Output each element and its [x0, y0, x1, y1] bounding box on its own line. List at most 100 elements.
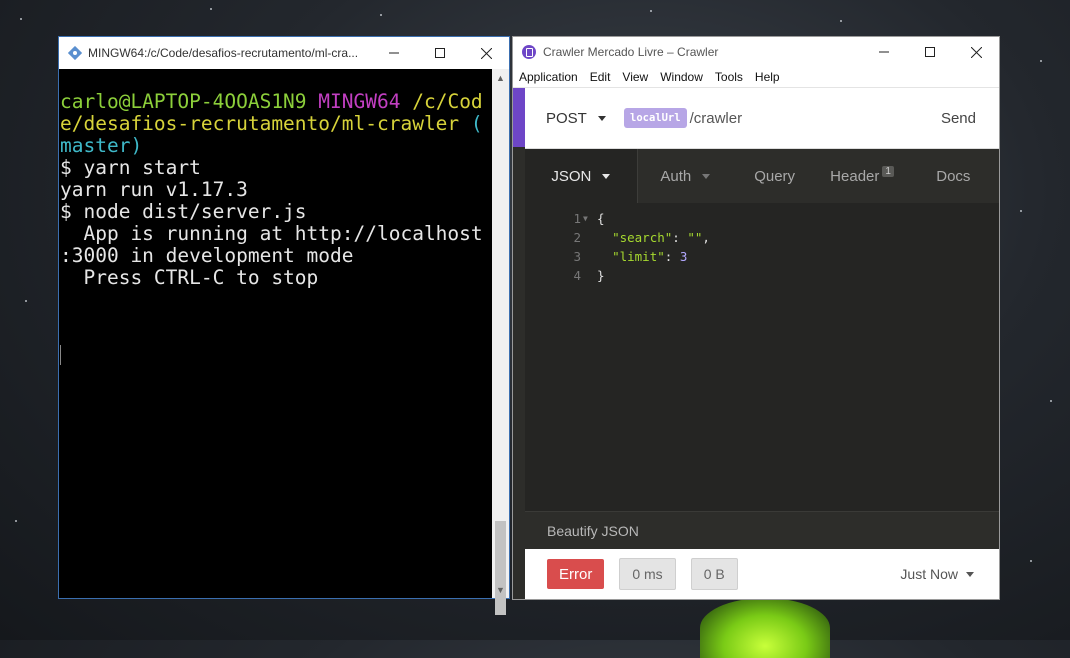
send-button[interactable]: Send: [941, 110, 976, 127]
sidebar-collapsed: [513, 147, 525, 599]
status-label: Error: [559, 565, 593, 583]
minimize-button[interactable]: [861, 37, 907, 68]
response-history-dropdown[interactable]: Just Now: [900, 566, 974, 582]
minimize-icon: [879, 51, 889, 53]
terminal-line: App is running at http://localhost: [60, 222, 483, 245]
terminal-cursor: [60, 345, 61, 365]
tab-json-body[interactable]: JSON: [525, 149, 638, 204]
star: [380, 14, 382, 16]
star: [1030, 560, 1032, 562]
insomnia-title: Crawler Mercado Livre – Crawler: [543, 45, 719, 59]
tab-json-label: JSON: [551, 168, 592, 185]
json-key-limit: "limit": [612, 249, 665, 264]
terminal-titlebar[interactable]: MINGW64:/c/Code/desafios-recrutamento/ml…: [59, 37, 509, 69]
sidebar-accent-strip: [513, 88, 525, 148]
scroll-up-arrow-icon[interactable]: ▲: [492, 69, 509, 86]
menu-window[interactable]: Window: [654, 70, 709, 84]
terminal-line: Press CTRL-C to stop: [60, 266, 319, 289]
menu-application[interactable]: Application: [513, 70, 584, 84]
maximize-icon: [925, 47, 935, 57]
json-value-search: "": [687, 230, 703, 245]
menu-tools[interactable]: Tools: [709, 70, 749, 84]
star: [25, 300, 27, 302]
insomnia-logo-icon: [522, 45, 536, 59]
terminal-line: yarn run v1.17.3: [60, 178, 248, 201]
line-number: 1: [573, 211, 581, 226]
menu-help[interactable]: Help: [749, 70, 786, 84]
tab-docs[interactable]: Docs: [908, 149, 999, 204]
beautify-label: Beautify JSON: [547, 523, 639, 539]
response-status-bar: Error 0 ms 0 B Just Now: [525, 549, 999, 599]
terminal-scrollbar[interactable]: ▲ ▼: [492, 69, 509, 615]
tab-header-label: Header: [830, 168, 880, 185]
header-count-badge: 1: [882, 166, 894, 177]
response-time: 0 ms: [632, 566, 663, 582]
json-key-search: "search": [612, 230, 673, 245]
code-search-line: "search": "",: [612, 230, 710, 245]
environment-variable-tag[interactable]: localUrl: [624, 108, 687, 128]
star: [1020, 210, 1022, 212]
fold-arrow-icon[interactable]: ▼: [583, 209, 588, 228]
status-badge: Error: [547, 559, 605, 589]
tab-header[interactable]: Header 1: [816, 149, 907, 204]
scrollbar-thumb[interactable]: [495, 521, 506, 615]
prompt-path: /c/Cod: [412, 90, 483, 113]
maximize-button[interactable]: [907, 37, 953, 68]
tab-query[interactable]: Query: [733, 149, 817, 204]
menu-bar: Application Edit View Window Tools Help: [513, 67, 999, 88]
prompt-path-cont: e/desafios-recrutamento/ml-crawler: [60, 112, 460, 135]
response-size: 0 B: [703, 566, 725, 582]
request-tabs: JSON Auth Query Header 1 Docs: [525, 149, 999, 205]
star: [1050, 400, 1052, 402]
maximize-icon: [435, 48, 445, 58]
code-line: 3 "limit": 3: [525, 247, 999, 266]
request-url-bar: POST localUrl /crawler Send: [513, 88, 999, 149]
close-button[interactable]: [463, 37, 509, 69]
code-limit-line: "limit": 3: [612, 249, 688, 264]
star: [1040, 60, 1042, 62]
insomnia-titlebar[interactable]: Crawler Mercado Livre – Crawler: [513, 37, 999, 67]
terminal-line: $ node dist/server.js: [60, 200, 307, 223]
json-value-limit: 3: [679, 249, 688, 264]
prompt-branch: master): [60, 134, 143, 157]
scroll-down-arrow-icon[interactable]: ▼: [492, 581, 509, 598]
star: [840, 20, 842, 22]
line-number: 2: [573, 230, 581, 245]
close-icon: [970, 46, 982, 58]
method-dropdown[interactable]: POST: [546, 110, 624, 127]
star: [650, 10, 652, 12]
tent-illustration: [700, 598, 830, 658]
minimize-icon: [389, 52, 399, 54]
prompt-line: carlo@LAPTOP-4OOAS1N9 MINGW64 /c/Cod: [60, 91, 492, 113]
code-line: 2 "search": "",: [525, 228, 999, 247]
star: [15, 520, 17, 522]
line-number: 3: [573, 249, 581, 264]
url-input[interactable]: localUrl /crawler: [624, 108, 941, 128]
prompt-branch-open: (: [470, 112, 483, 135]
tab-auth[interactable]: Auth: [638, 149, 733, 204]
insomnia-window: Crawler Mercado Livre – Crawler Applicat…: [512, 36, 1000, 600]
beautify-json-button[interactable]: Beautify JSON: [525, 511, 999, 550]
line-number: 4: [573, 268, 581, 283]
terminal-line: :3000 in development mode: [60, 244, 354, 267]
star: [210, 8, 212, 10]
minimize-button[interactable]: [371, 37, 417, 69]
terminal-title: MINGW64:/c/Code/desafios-recrutamento/ml…: [88, 46, 359, 60]
close-button[interactable]: [953, 37, 999, 68]
json-body-editor[interactable]: 1 ▼ { 2 "search": "", 3 "limit": 3 4 }: [525, 203, 999, 511]
tab-query-label: Query: [754, 168, 796, 185]
history-label: Just Now: [900, 566, 958, 582]
menu-view[interactable]: View: [616, 70, 654, 84]
terminal-output[interactable]: carlo@LAPTOP-4OOAS1N9 MINGW64 /c/Cod e/d…: [59, 69, 492, 598]
method-label: POST: [546, 109, 587, 127]
close-icon: [480, 47, 492, 59]
prompt-line-cont: e/desafios-recrutamento/ml-crawler (: [60, 113, 492, 135]
response-size-badge: 0 B: [690, 558, 738, 590]
chevron-down-icon: [966, 571, 974, 577]
menu-edit[interactable]: Edit: [584, 70, 617, 84]
tab-auth-label: Auth: [660, 168, 692, 185]
git-bash-icon: [68, 46, 82, 60]
maximize-button[interactable]: [417, 37, 463, 69]
terminal-window: MINGW64:/c/Code/desafios-recrutamento/ml…: [58, 36, 510, 615]
chevron-down-icon: [702, 174, 711, 179]
